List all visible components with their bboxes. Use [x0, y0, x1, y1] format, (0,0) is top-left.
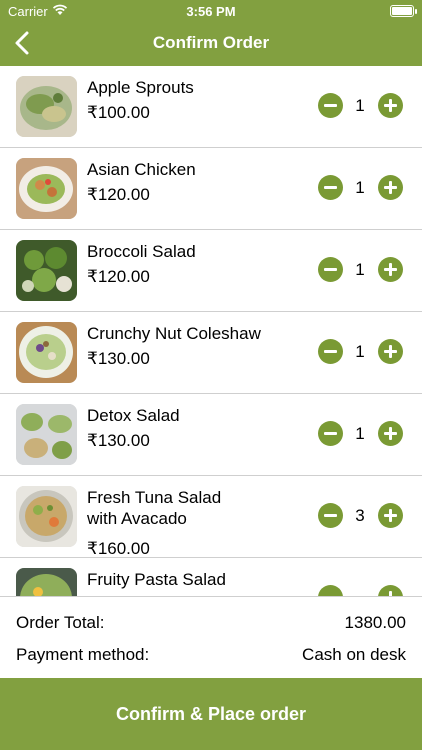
status-bar: Carrier 3:56 PM — [0, 0, 422, 22]
list-item: Fresh Tuna Salad with Avacado ₹160.00 3 — [0, 476, 422, 558]
item-name: Apple Sprouts — [87, 78, 194, 97]
item-thumbnail — [16, 76, 77, 137]
item-price: ₹130.00 — [87, 349, 150, 368]
item-thumbnail — [16, 158, 77, 219]
item-thumbnail — [16, 568, 77, 596]
confirm-place-order-button[interactable]: Confirm & Place order — [0, 678, 422, 750]
item-name: Asian Chicken — [87, 160, 196, 179]
item-quantity: 1 — [355, 260, 365, 279]
increase-quantity-button[interactable] — [378, 503, 403, 528]
item-name: Fresh Tuna Salad with Avacado — [87, 488, 222, 528]
decrease-quantity-button[interactable] — [318, 339, 343, 364]
item-quantity: 3 — [355, 506, 365, 525]
payment-method-label: Payment method: — [16, 645, 150, 664]
decrease-quantity-button[interactable] — [318, 175, 343, 200]
item-price: ₹100.00 — [87, 103, 150, 122]
increase-quantity-button[interactable] — [378, 339, 403, 364]
item-name: Detox Salad — [87, 406, 180, 425]
battery-icon — [390, 5, 417, 17]
list-item: Broccoli Salad ₹120.00 1 — [0, 230, 422, 312]
item-thumbnail — [16, 486, 77, 547]
increase-quantity-button[interactable] — [378, 257, 403, 282]
decrease-quantity-button[interactable] — [318, 585, 343, 596]
list-item: Apple Sprouts ₹100.00 1 — [0, 66, 422, 148]
item-quantity: 1 — [355, 342, 365, 361]
item-quantity: 1 — [355, 96, 365, 115]
payment-method-value: Cash on desk — [302, 645, 406, 664]
order-items-list[interactable]: Apple Sprouts ₹100.00 1 Asian Chicken ₹1… — [0, 66, 422, 596]
order-summary: Order Total: 1380.00 Payment method: Cas… — [0, 596, 422, 678]
navigation-bar: Carrier 3:56 PM Confirm Order — [0, 0, 422, 66]
item-price: ₹130.00 — [87, 431, 150, 450]
item-thumbnail — [16, 404, 77, 465]
list-item: Detox Salad ₹130.00 1 — [0, 394, 422, 476]
item-name: Broccoli Salad — [87, 242, 196, 261]
list-item: Fruity Pasta Salad — [0, 558, 422, 596]
increase-quantity-button[interactable] — [378, 585, 403, 596]
increase-quantity-button[interactable] — [378, 175, 403, 200]
increase-quantity-button[interactable] — [378, 93, 403, 118]
decrease-quantity-button[interactable] — [318, 421, 343, 446]
item-price: ₹120.00 — [87, 267, 150, 286]
increase-quantity-button[interactable] — [378, 421, 403, 446]
order-total-value: 1380.00 — [344, 613, 406, 632]
decrease-quantity-button[interactable] — [318, 93, 343, 118]
decrease-quantity-button[interactable] — [318, 503, 343, 528]
item-price: ₹120.00 — [87, 185, 150, 204]
item-price: ₹160.00 — [87, 539, 150, 558]
item-quantity: 1 — [355, 178, 365, 197]
item-name: Fruity Pasta Salad — [87, 570, 226, 589]
list-item: Crunchy Nut Coleshaw ₹130.00 1 — [0, 312, 422, 394]
clock: 3:56 PM — [186, 4, 236, 19]
order-total-label: Order Total: — [16, 613, 105, 632]
list-item: Asian Chicken ₹120.00 1 — [0, 148, 422, 230]
page-title: Confirm Order — [152, 33, 270, 52]
decrease-quantity-button[interactable] — [318, 257, 343, 282]
item-name: Crunchy Nut Coleshaw — [87, 324, 261, 343]
item-thumbnail — [16, 322, 77, 383]
item-quantity: 1 — [355, 424, 365, 443]
item-thumbnail — [16, 240, 77, 301]
